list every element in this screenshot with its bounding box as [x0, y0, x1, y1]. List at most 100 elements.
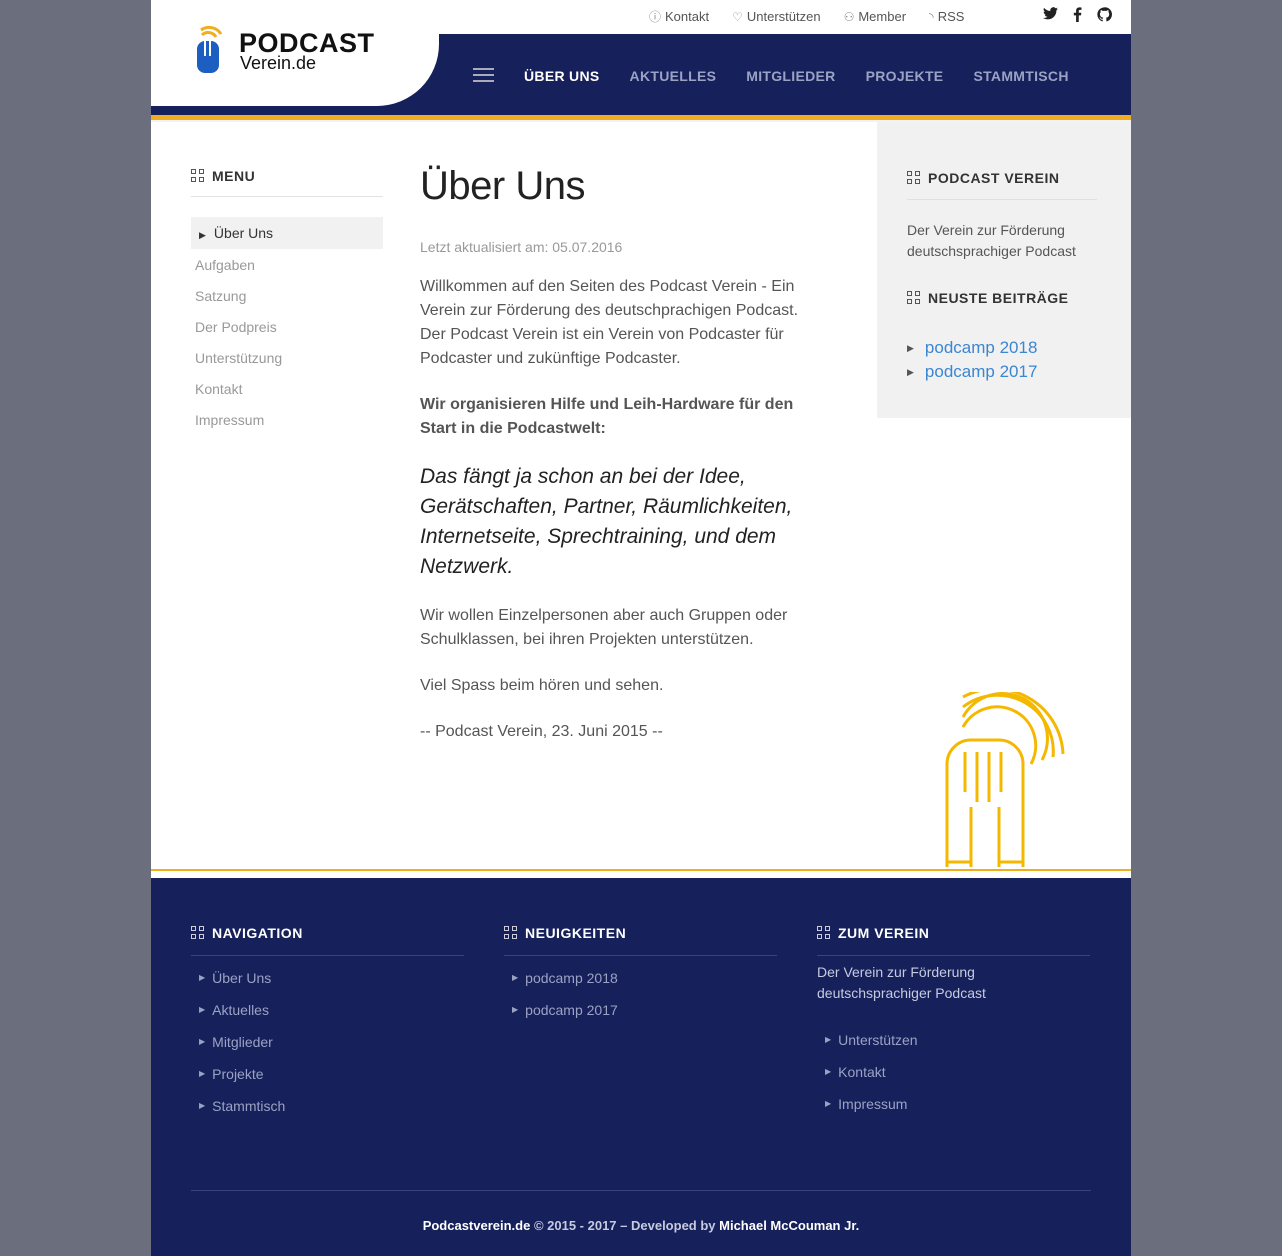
post-link[interactable]: ▶ podcamp 2018 — [907, 336, 1097, 360]
footer-link[interactable]: ▶ Über Uns — [191, 966, 464, 998]
main-content: Über Uns Letzt aktualisiert am: 05.07.20… — [420, 164, 815, 744]
caret-right-icon: ▶ — [199, 1101, 206, 1110]
caret-right-icon: ▶ — [907, 366, 914, 377]
grid-icon — [907, 171, 921, 185]
caret-right-icon: ▶ — [825, 1035, 832, 1044]
sidebar-item-aufgaben[interactable]: Aufgaben — [191, 250, 383, 281]
twitter-icon[interactable] — [1043, 7, 1058, 22]
grid-icon — [817, 926, 831, 940]
footer-link[interactable]: ▶ Projekte — [191, 1062, 464, 1094]
top-link-kontakt[interactable]: ⓘ Kontakt — [649, 8, 709, 25]
logo[interactable]: PODCAST Verein.de — [151, 0, 439, 106]
caret-right-icon: ▶ — [825, 1067, 832, 1076]
footer-club-list: ▶ Unterstützen ▶ Kontakt ▶ Impressum — [817, 1028, 1090, 1124]
caret-right-icon: ▶ — [199, 230, 206, 240]
footer-title: ZUM VEREIN — [817, 925, 1090, 941]
top-links: ⓘ Kontakt ♡ Unterstützen ⚇ Member ◝ RSS — [649, 8, 987, 25]
footer-link[interactable]: ▶ Impressum — [817, 1092, 1090, 1124]
footer-club: ZUM VEREIN Der Verein zur Förderung deut… — [817, 925, 1090, 1124]
signature: -- Podcast Verein, 23. Juni 2015 -- — [420, 723, 663, 740]
widget-title: PODCAST VEREIN — [907, 170, 1097, 186]
nav-item-aktuelles[interactable]: AKTUELLES — [630, 68, 717, 84]
sidebar-item-unterstuetzung[interactable]: Unterstützung — [191, 343, 383, 374]
footer-nav-list: ▶ Über Uns ▶ Aktuelles ▶ Mitglieder ▶ Projek… — [191, 966, 464, 1126]
divider — [191, 955, 464, 956]
help-circle-icon: ⓘ — [649, 10, 662, 24]
divider — [191, 1190, 1091, 1191]
footer-title: NAVIGATION — [191, 925, 464, 941]
heart-icon: ♡ — [732, 9, 743, 24]
bold-paragraph: Wir organisieren Hilfe und Leih-Hardware… — [420, 396, 794, 437]
left-sidebar: MENU ▶ Über Uns Aufgaben Satzung Der Podp… — [191, 168, 383, 436]
grid-icon — [907, 291, 921, 305]
divider — [907, 199, 1097, 200]
nav-item-ueber-uns[interactable]: ÜBER UNS — [524, 68, 600, 84]
post-list: ▶ podcamp 2018 ▶ podcamp 2017 — [907, 336, 1097, 384]
logo-subtitle: Verein.de — [240, 53, 317, 73]
sidebar-item-ueber-uns[interactable]: ▶ Über Uns — [191, 217, 383, 249]
paragraph-groups: Wir wollen Einzelpersonen aber auch Grup… — [420, 607, 788, 648]
logo-microphone-icon — [197, 25, 223, 73]
right-sidebar: PODCAST VEREIN Der Verein zur Förderung … — [877, 122, 1131, 418]
nav-item-projekte[interactable]: PROJEKTE — [866, 68, 944, 84]
nav-item-mitglieder[interactable]: MITGLIEDER — [746, 68, 835, 84]
divider — [817, 955, 1090, 956]
paragraph-greeting: Viel Spass beim hören und sehen. — [420, 677, 664, 694]
quote-paragraph: Das fängt ja schon an bei der Idee, Gerä… — [420, 465, 793, 578]
hamburger-menu-icon[interactable] — [473, 68, 494, 82]
verein-description: Der Verein zur Förderung deutschsprachig… — [907, 222, 1076, 259]
last-updated: Letzt aktualisiert am: 05.07.2016 — [420, 239, 623, 255]
footer-link[interactable]: ▶ podcamp 2018 — [504, 966, 777, 998]
facebook-icon[interactable] — [1070, 7, 1085, 23]
footer-link[interactable]: ▶ Mitglieder — [191, 1030, 464, 1062]
copyright: Podcastverein.de © 2015 - 2017 – Develop… — [422, 1218, 860, 1233]
caret-right-icon: ▶ — [199, 1037, 206, 1046]
footer-link[interactable]: ▶ Stammtisch — [191, 1094, 464, 1126]
users-icon: ⚇ — [843, 9, 855, 24]
top-link-rss[interactable]: ◝ RSS — [929, 8, 964, 25]
caret-right-icon: ▶ — [512, 1005, 519, 1014]
caret-right-icon: ▶ — [907, 342, 914, 353]
footer-link[interactable]: ▶ Aktuelles — [191, 998, 464, 1030]
grid-icon — [191, 926, 205, 940]
github-icon[interactable] — [1097, 7, 1112, 22]
caret-right-icon: ▶ — [825, 1099, 832, 1108]
sidebar-item-impressum[interactable]: Impressum — [191, 405, 383, 436]
sidebar-item-kontakt[interactable]: Kontakt — [191, 374, 383, 405]
footer-link[interactable]: ▶ Kontakt — [817, 1060, 1090, 1092]
sidebar-title: MENU — [191, 168, 383, 184]
author-link[interactable]: Michael McCouman Jr. — [719, 1218, 859, 1233]
caret-right-icon: ▶ — [199, 1069, 206, 1078]
social-links — [1043, 7, 1112, 23]
caret-right-icon: ▶ — [512, 973, 519, 982]
divider — [191, 196, 383, 197]
sidebar-item-podpreis[interactable]: Der Podpreis — [191, 312, 383, 343]
footer-navigation: NAVIGATION ▶ Über Uns ▶ Aktuelles ▶ Mitglie… — [191, 925, 464, 1126]
widget-neuste-beitraege: NEUSTE BEITRÄGE ▶ podcamp 2018 ▶ podcamp 2… — [907, 290, 1097, 384]
top-link-unterstuetzen[interactable]: ♡ Unterstützen — [732, 8, 820, 25]
club-description: Der Verein zur Förderung deutschsprachig… — [817, 964, 986, 1001]
nav-item-stammtisch[interactable]: STAMMTISCH — [973, 68, 1068, 84]
page: ⓘ Kontakt ♡ Unterstützen ⚇ Member ◝ RSS ÜBER… — [151, 0, 1131, 1256]
page-title: Über Uns — [420, 164, 585, 208]
top-link-member[interactable]: ⚇ Member — [844, 8, 906, 25]
footer-link[interactable]: ▶ Unterstützen — [817, 1028, 1090, 1060]
sidebar-item-satzung[interactable]: Satzung — [191, 281, 383, 312]
footer-title: NEUIGKEITEN — [504, 925, 777, 941]
post-link[interactable]: ▶ podcamp 2017 — [907, 360, 1097, 384]
widget-title: NEUSTE BEITRÄGE — [907, 290, 1097, 306]
sidebar-menu: ▶ Über Uns Aufgaben Satzung Der Podpreis … — [191, 217, 383, 436]
grid-icon — [191, 169, 205, 183]
site-link[interactable]: Podcastverein.de — [423, 1218, 531, 1233]
divider — [504, 955, 777, 956]
footer-link[interactable]: ▶ podcamp 2017 — [504, 998, 777, 1030]
intro-paragraph: Willkommen auf den Seiten des Podcast Ve… — [420, 278, 799, 367]
caret-right-icon: ▶ — [199, 1005, 206, 1014]
widget-podcast-verein: PODCAST VEREIN Der Verein zur Förderung … — [907, 170, 1097, 262]
grid-icon — [504, 926, 518, 940]
footer-news: NEUIGKEITEN ▶ podcamp 2018 ▶ podcamp 2017 — [504, 925, 777, 1030]
footer-accent-line — [151, 869, 1131, 871]
microphone-illustration-icon — [945, 692, 1065, 867]
footer-news-list: ▶ podcamp 2018 ▶ podcamp 2017 — [504, 966, 777, 1030]
footer: NAVIGATION ▶ Über Uns ▶ Aktuelles ▶ Mitglie… — [151, 878, 1131, 1256]
